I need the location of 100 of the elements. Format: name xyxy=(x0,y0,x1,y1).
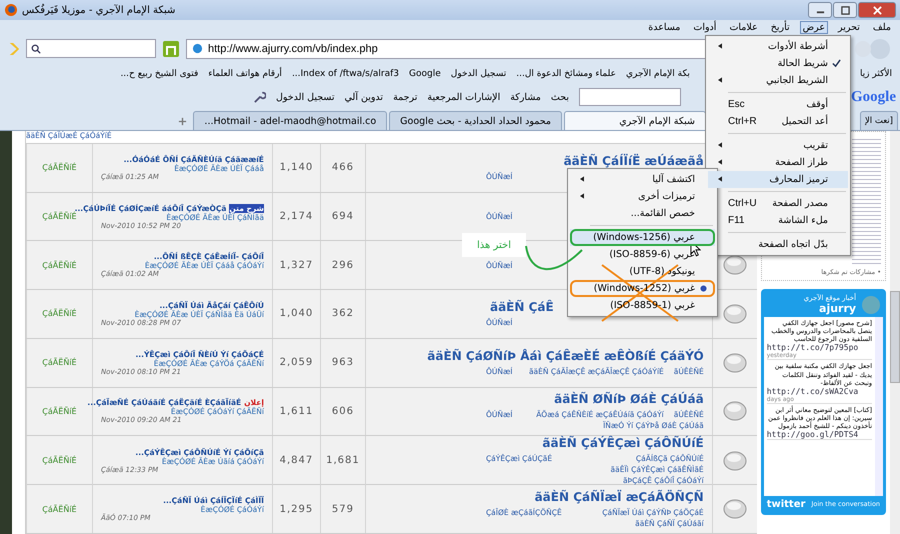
post-count: 362 xyxy=(332,308,354,320)
thread-count: 2,174 xyxy=(280,211,314,222)
forum-title[interactable]: ãäÈÑ ÇáÝÊÇæì ÇáÔÑÚíÉ xyxy=(542,436,704,450)
menu-item[interactable]: أدوات xyxy=(690,21,720,34)
post-count: 296 xyxy=(332,260,354,271)
avatar-placeholder xyxy=(862,296,880,314)
forum-status-icon xyxy=(722,498,747,520)
menu-item[interactable]: طراز الصفحة xyxy=(708,154,848,171)
minimize-button[interactable] xyxy=(808,2,832,18)
toolbar-button[interactable]: تسجيل الدخول xyxy=(276,92,334,102)
bookmark-item[interactable]: Index of /ftwa/s/alraf3... xyxy=(292,69,400,79)
username[interactable]: ÇáÃËÑíÉ xyxy=(42,456,77,466)
plus-icon xyxy=(178,116,187,126)
menu-item[interactable]: تقريب xyxy=(708,137,848,154)
browser-tab[interactable]: Hotmail - adel-maodh@hotmail.co... xyxy=(193,111,388,130)
menu-item[interactable]: ملف xyxy=(870,21,894,34)
globe-icon xyxy=(192,43,203,54)
forum-title[interactable]: ãäÈÑ ØÑíÞ ØáÈ ÇáÚáã xyxy=(554,392,704,406)
username[interactable]: ÇáÃËÑíÉ xyxy=(42,163,77,172)
thread-count: 1,327 xyxy=(280,260,314,271)
menu-item[interactable]: ترميزات أخرى xyxy=(570,188,715,205)
menu-item[interactable]: عربي (Windows-1256) xyxy=(570,229,715,246)
post-count: 579 xyxy=(332,504,354,515)
google-logo[interactable]: Google xyxy=(851,88,896,106)
bookmark-item[interactable]: تسجيل الدخول xyxy=(450,69,506,79)
browser-tab[interactable]: محمود الحداد الحدادية - بحث Google xyxy=(389,111,562,130)
submenu-arrow-icon xyxy=(718,176,722,182)
menu-item[interactable]: علامات xyxy=(726,21,761,34)
menu-item[interactable]: مساعدة xyxy=(645,21,684,34)
menu-item[interactable]: تأريخ xyxy=(768,21,793,34)
thread-count: 1,611 xyxy=(280,406,314,417)
back-forward-buttons[interactable] xyxy=(852,38,892,60)
forum-status-icon xyxy=(722,352,747,374)
check-icon xyxy=(832,59,840,68)
toolbar-button[interactable]: الإشارات المرجعية xyxy=(427,92,500,102)
post-count: 606 xyxy=(332,406,354,417)
post-count: 1,681 xyxy=(326,455,360,466)
thread-count: 1,140 xyxy=(280,162,314,174)
thread-count: 1,295 xyxy=(280,504,314,515)
radio-dot-icon xyxy=(700,285,706,292)
submenu-arrow-icon xyxy=(718,159,722,165)
toolbar-button[interactable]: مشاركة xyxy=(510,92,541,102)
forum-title[interactable]: ãäÈÑ ÇáÍÏíË æÚáæãå xyxy=(564,154,704,168)
submenu-arrow-icon xyxy=(580,176,584,182)
thread-count: 2,059 xyxy=(280,357,314,368)
username[interactable]: ÇáÃËÑíÉ xyxy=(42,358,77,368)
forum-title[interactable]: ãäÈÑ ÇáØÑíÞ Åáì ÇáÊæÈÉ æÊÒßíÉ ÇáäÝÓ xyxy=(427,349,704,364)
wrench-icon[interactable] xyxy=(252,90,266,104)
search-field[interactable] xyxy=(26,39,156,58)
menu-item[interactable]: عرض xyxy=(800,21,828,34)
toolbar-button[interactable]: بحث xyxy=(550,92,569,102)
page-scrollbar[interactable] xyxy=(890,131,900,534)
submenu-arrow-icon xyxy=(718,43,722,49)
firefox-icon xyxy=(4,3,18,17)
post-count: 963 xyxy=(332,357,354,368)
tweet-link[interactable]: http://goo.gl/PDTS4 xyxy=(766,430,872,440)
forum-status-icon xyxy=(722,450,747,472)
tweet-link[interactable]: http://t.co/sWA2Cva xyxy=(766,386,872,396)
tweet-link[interactable]: http://t.co/7p795po xyxy=(766,343,872,352)
forum-title[interactable]: ãäÈÑ ÇáÊ xyxy=(490,300,554,314)
submenu-arrow-icon xyxy=(718,142,722,148)
username[interactable]: ÇáÃËÑíÉ xyxy=(42,504,77,514)
forum-status-icon xyxy=(722,400,747,422)
submenu-arrow-icon xyxy=(718,77,722,83)
forum-status-icon xyxy=(722,302,747,325)
toolbar-button[interactable]: ترجمة xyxy=(393,92,418,102)
username[interactable]: ÇáÃËÑíÉ xyxy=(42,260,77,270)
post-count: 466 xyxy=(332,162,354,174)
username[interactable]: ÇáÃËÑíÉ xyxy=(42,309,77,318)
browser-tab[interactable]: شبكة الإمام الآجري xyxy=(564,111,706,130)
forum-title[interactable]: ãäÈÑ ÇáÑÏæÏ æÇáÃÖÑÇÑ xyxy=(534,490,704,504)
post-count: 694 xyxy=(332,211,354,222)
toolbar-search-field[interactable] xyxy=(579,88,681,106)
bookmark-item[interactable]: فتوى الشيخ ربيع ح... xyxy=(120,69,198,79)
menu-item[interactable]: يونيكود (UTF-8) xyxy=(570,263,715,280)
bookmark-item[interactable]: علماء ومشائخ الدعوة ال... xyxy=(516,69,616,79)
menu-item[interactable]: أشرطة الأدوات xyxy=(708,38,848,55)
bookmark-item[interactable]: الأكثر زيا xyxy=(860,69,892,79)
bookmark-item[interactable]: بكة الإمام الآجري xyxy=(626,69,690,79)
menu-item[interactable]: الشريط الجانبي xyxy=(708,72,848,89)
annotation-label: اختر هذا xyxy=(462,233,526,257)
menu-item[interactable]: ترميز المحارف xyxy=(708,171,848,188)
close-icon xyxy=(872,6,882,14)
username[interactable]: ÇáÃËÑíÉ xyxy=(42,406,77,416)
maximize-button[interactable] xyxy=(833,2,857,18)
window-title: شبكة الإمام الآجري - موزيلا فَيَرفُكس xyxy=(22,4,176,16)
browser-tab[interactable]: [نعت الإ xyxy=(860,111,898,130)
toolbar-button[interactable]: تدوين آلي xyxy=(344,92,384,102)
bookmark-item[interactable]: أرقام هواتف العلماء xyxy=(208,69,282,79)
thread-count: 1,040 xyxy=(280,308,314,320)
username[interactable]: ÇáÃËÑíÉ xyxy=(42,212,77,222)
menu-item[interactable]: تحرير xyxy=(835,21,863,34)
scrollbar[interactable] xyxy=(875,317,884,496)
submenu-arrow-icon xyxy=(580,193,584,199)
bookmark-item[interactable]: Google xyxy=(409,69,441,79)
menu-item[interactable]: خصص القائمة... xyxy=(570,205,715,222)
maximize-icon xyxy=(840,6,850,14)
home-icon[interactable] xyxy=(162,40,180,58)
close-button[interactable] xyxy=(858,2,896,18)
search-icon xyxy=(31,44,41,54)
